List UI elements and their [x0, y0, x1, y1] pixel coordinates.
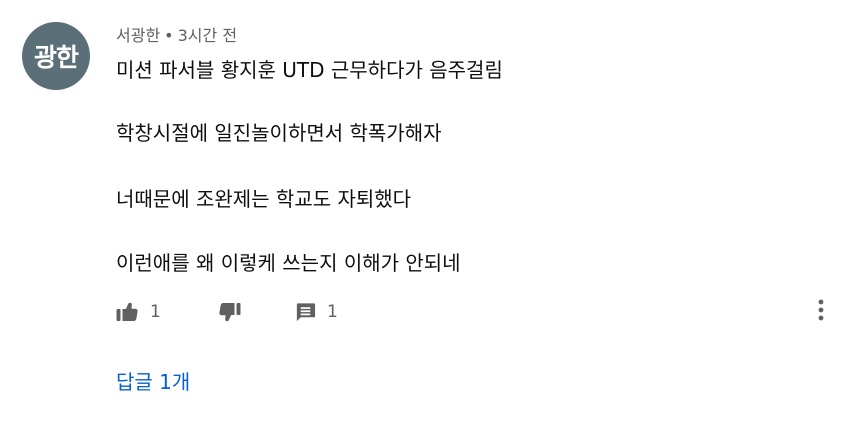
more-vertical-icon [818, 298, 824, 326]
like-button[interactable]: 1 [115, 298, 161, 326]
comment-meta: 서광한 • 3시간 전 [116, 22, 237, 46]
avatar[interactable]: 광한 [22, 22, 90, 90]
comment-text-line: 너때문에 조완제는 학교도 자퇴했다 [116, 187, 412, 211]
comment-icon [294, 300, 317, 324]
comment-text-line: 이런애를 왜 이렇케 쓰는지 이해가 안되네 [116, 251, 461, 275]
comment-item: 광한 서광한 • 3시간 전 미션 파서블 황지훈 UTD 근무하다가 음주걸림 학… [0, 0, 850, 421]
dislike-button[interactable] [217, 298, 242, 326]
author-name[interactable]: 서광한 [116, 26, 160, 45]
thumbs-up-icon [115, 300, 140, 324]
avatar-text: 광한 [33, 43, 79, 72]
more-options-button[interactable] [811, 296, 831, 328]
meta-separator: • [164, 26, 174, 45]
thumbs-down-icon [217, 300, 242, 324]
comment-text-line: 학창시절에 일진놀이하면서 학폭가해자 [116, 121, 442, 145]
reply-button[interactable]: 1 [294, 298, 338, 326]
comment-text-line: 미션 파서블 황지훈 UTD 근무하다가 음주걸림 [116, 58, 503, 82]
view-replies-link[interactable]: 답글 1개 [116, 366, 190, 395]
like-count: 1 [150, 302, 161, 322]
comment-time[interactable]: 3시간 전 [178, 26, 237, 45]
reply-count: 1 [327, 302, 338, 322]
